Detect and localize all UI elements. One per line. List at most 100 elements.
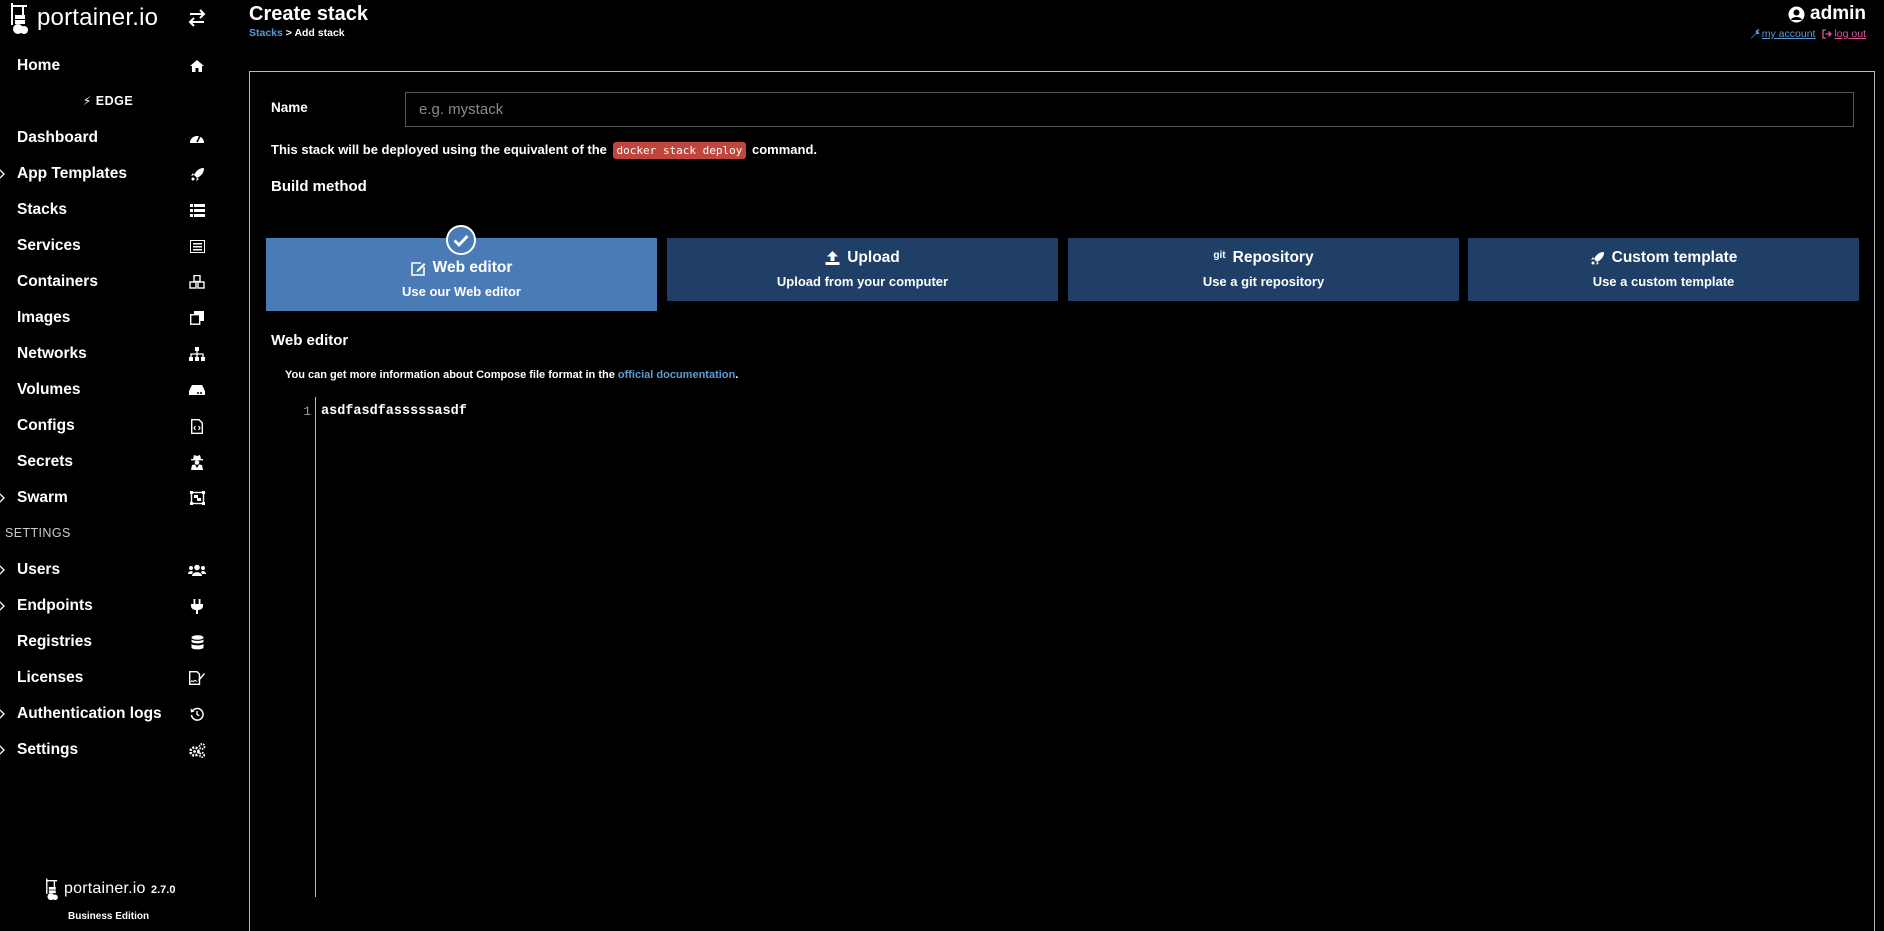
sidebar-item-licenses[interactable]: Licenses: [0, 660, 216, 696]
sidebar-item-settings[interactable]: Settings: [0, 732, 216, 768]
build-method-title: Build method: [271, 178, 367, 195]
sidebar-item-registries[interactable]: Registries: [0, 624, 216, 660]
my-account-link[interactable]: my account: [1750, 28, 1816, 40]
users-icon: [188, 561, 206, 579]
caret-right-icon: [0, 745, 5, 755]
sidebar-item-endpoints[interactable]: Endpoints: [0, 588, 216, 624]
file-code-icon: [188, 417, 206, 435]
caret-right-icon: [0, 709, 5, 719]
sitemap-icon: [188, 345, 206, 363]
sidebar: portainer.io Home ⚡ EDGE Dashboard App T…: [0, 0, 216, 922]
database-icon: [188, 633, 206, 651]
sidebar-item-label: App Templates: [17, 165, 127, 182]
info-prefix: You can get more information about Compo…: [285, 369, 615, 381]
deploy-prefix: This stack will be deployed using the eq…: [271, 142, 607, 157]
log-out-text: log out: [1834, 28, 1866, 40]
official-documentation-link[interactable]: official documentation: [618, 369, 735, 381]
sidebar-item-authentication-logs[interactable]: Authentication logs: [0, 696, 216, 732]
sidebar-item-app-templates[interactable]: App Templates: [0, 156, 216, 192]
sidebar-item-stacks[interactable]: Stacks: [0, 192, 216, 228]
sidebar-item-networks[interactable]: Networks: [0, 336, 216, 372]
cubes-icon: [188, 273, 206, 291]
sidebar-item-home[interactable]: Home: [0, 48, 216, 84]
method-subtitle: Upload from your computer: [776, 274, 949, 289]
username-text: admin: [1810, 3, 1866, 24]
sidebar-item-label: Licenses: [17, 669, 84, 686]
compose-info-text: You can get more information about Compo…: [285, 369, 738, 381]
sidebar-item-label: Authentication logs: [17, 705, 162, 722]
sidebar-item-dashboard[interactable]: Dashboard: [0, 120, 216, 156]
deploy-info-text: This stack will be deployed using the eq…: [271, 142, 818, 159]
log-out-link[interactable]: log out: [1822, 28, 1866, 40]
user-circle-icon: [1788, 6, 1805, 22]
version-label: 2.7.0: [151, 884, 176, 896]
upload-icon: [825, 251, 840, 265]
sidebar-item-label: Users: [17, 561, 61, 578]
breadcrumb-stacks-link[interactable]: Stacks: [249, 27, 283, 39]
sign-out-icon: [1822, 29, 1833, 39]
edge-label-text: EDGE: [95, 94, 134, 108]
portainer-logo-icon: [46, 878, 58, 901]
sidebar-item-secrets[interactable]: Secrets: [0, 444, 216, 480]
sidebar-item-swarm[interactable]: Swarm: [0, 480, 216, 516]
line-number: 1: [303, 404, 311, 419]
caret-right-icon: [0, 493, 5, 503]
home-icon: [188, 57, 206, 75]
build-method-web-editor[interactable]: Web editor Use our Web editor: [266, 225, 657, 311]
sidebar-item-label: Registries: [17, 633, 92, 650]
stack-name-input[interactable]: [405, 92, 1854, 127]
footer-logo: portainer.io: [44, 877, 146, 901]
sidebar-item-users[interactable]: Users: [0, 552, 216, 588]
sidebar-item-label: Swarm: [17, 489, 68, 506]
history-icon: [188, 705, 206, 723]
hdd-icon: [188, 381, 206, 399]
method-title: Custom template: [1611, 249, 1738, 266]
sidebar-item-label: Services: [17, 237, 81, 254]
sidebar-item-label: Stacks: [17, 201, 67, 218]
build-method-upload[interactable]: Upload Upload from your computer: [667, 238, 1058, 301]
sidebar-item-label: Secrets: [17, 453, 74, 470]
sidebar-item-label: Configs: [17, 417, 75, 434]
check-icon: [446, 225, 476, 255]
sidebar-item-label: Volumes: [17, 381, 81, 398]
build-method-repository[interactable]: git Repository Use a git repository: [1068, 238, 1459, 301]
list-icon: [188, 201, 206, 219]
git-icon: git: [1213, 249, 1226, 261]
deploy-command-code: docker stack deploy: [612, 142, 747, 159]
method-subtitle: Use our Web editor: [402, 284, 521, 299]
tachometer-icon: [188, 129, 206, 147]
plug-icon: ⚡: [82, 94, 92, 108]
portainer-logo[interactable]: portainer.io: [8, 0, 158, 36]
deploy-suffix: command.: [752, 142, 818, 157]
method-subtitle: Use a custom template: [1592, 274, 1735, 289]
sidebar-item-volumes[interactable]: Volumes: [0, 372, 216, 408]
build-method-custom-template[interactable]: Custom template Use a custom template: [1468, 238, 1859, 301]
rocket-icon: [188, 165, 206, 183]
sidebar-item-label: Home: [17, 57, 61, 74]
object-group-icon: [188, 489, 206, 507]
sidebar-item-label: Endpoints: [17, 597, 93, 614]
sidebar-item-label: Containers: [17, 273, 98, 290]
code-line[interactable]: asdfasdfasssssasdf: [321, 404, 467, 419]
portainer-logo-icon: [11, 3, 28, 34]
code-editor[interactable]: 1 asdfasdfasssssasdf: [280, 397, 1850, 897]
sidebar-item-images[interactable]: Images: [0, 300, 216, 336]
sidebar-item-containers[interactable]: Containers: [0, 264, 216, 300]
user-block: admin my account log out: [1750, 3, 1866, 40]
exchange-icon[interactable]: [186, 8, 208, 28]
edge-label: ⚡ EDGE: [0, 94, 216, 108]
caret-right-icon: [0, 169, 5, 179]
file-signature-icon: [188, 669, 206, 687]
info-suffix: .: [735, 369, 739, 381]
my-account-text: my account: [1761, 28, 1816, 40]
edit-icon: [410, 261, 426, 276]
method-title: Web editor: [432, 259, 513, 276]
sidebar-item-services[interactable]: Services: [0, 228, 216, 264]
sidebar-item-configs[interactable]: Configs: [0, 408, 216, 444]
sidebar-item-label: Dashboard: [17, 129, 98, 146]
user-links: my account log out: [1750, 28, 1866, 40]
page-title: Create stack: [249, 3, 368, 25]
list-alt-icon: [188, 237, 206, 255]
name-label: Name: [271, 100, 308, 115]
editor-gutter: 1: [280, 397, 316, 897]
